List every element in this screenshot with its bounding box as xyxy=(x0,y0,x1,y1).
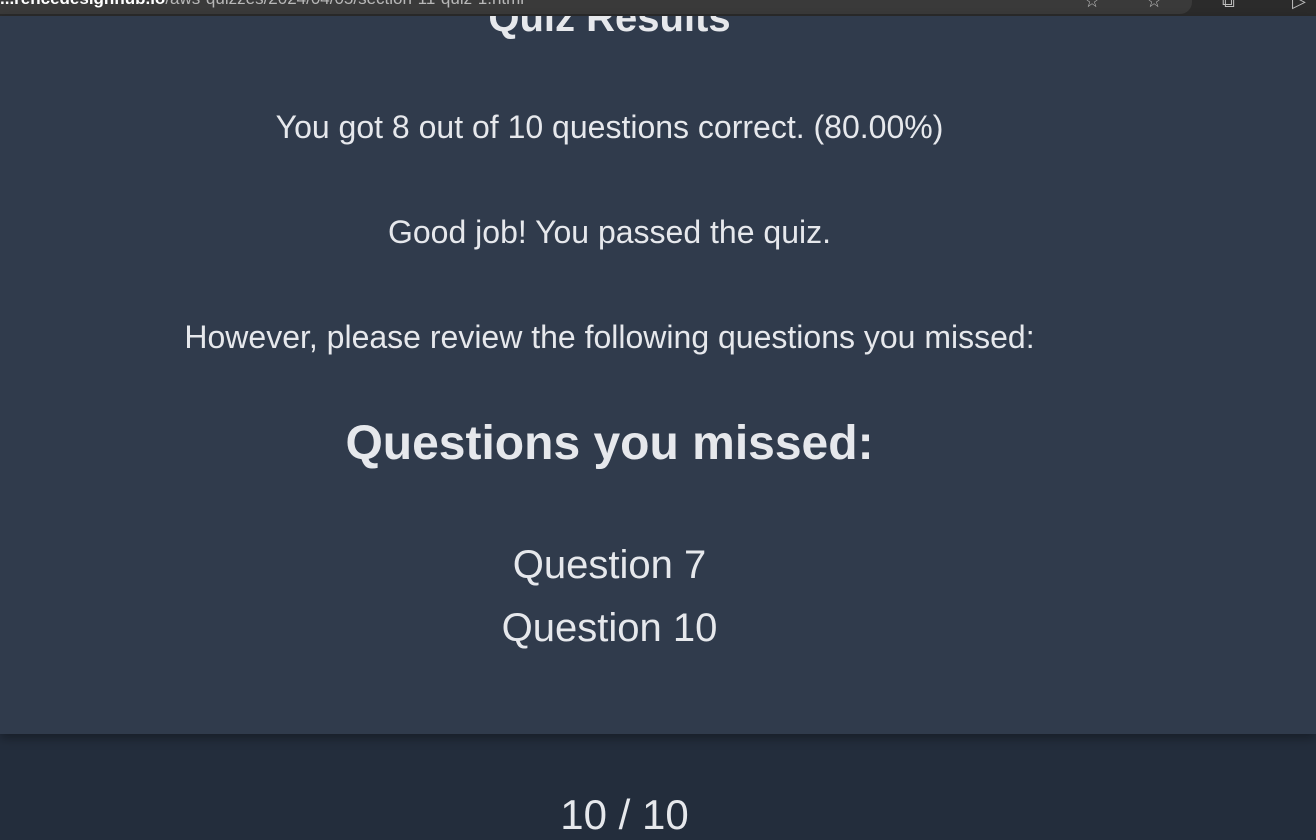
address-url[interactable]: ...rencedesignhub.io/aws-quizzes/2024/04… xyxy=(0,0,524,9)
score-summary: You got 8 out of 10 questions correct. (… xyxy=(275,109,944,145)
quiz-results-card: Quiz Results You got 8 out of 10 questio… xyxy=(0,16,1316,734)
favorites-icon[interactable]: ☆ xyxy=(1146,0,1162,10)
slide-counter: 10 / 10 xyxy=(560,791,689,838)
star-add-icon[interactable]: ☆ xyxy=(1084,0,1100,10)
quiz-results-title: Quiz Results xyxy=(488,16,731,40)
missed-questions-heading: Questions you missed: xyxy=(345,417,874,470)
play-icon[interactable]: ▷ xyxy=(1292,0,1306,10)
address-bar[interactable]: ...rencedesignhub.io/aws-quizzes/2024/04… xyxy=(0,0,1192,14)
missed-question-item: Question 7 xyxy=(512,543,707,587)
missed-questions-list: Question 7 Question 10 xyxy=(0,534,1219,660)
url-host: ...rencedesignhub.io xyxy=(0,0,165,8)
pass-message: Good job! You passed the quiz. xyxy=(387,214,831,250)
review-message: However, please review the following que… xyxy=(184,319,1035,355)
url-path: /aws-quizzes/2024/04/05/section-11-quiz-… xyxy=(165,0,524,8)
split-screen-icon[interactable]: ⧉ xyxy=(1222,0,1235,10)
missed-question-item: Question 10 xyxy=(501,606,718,650)
browser-toolbar: ...rencedesignhub.io/aws-quizzes/2024/04… xyxy=(0,0,1316,16)
